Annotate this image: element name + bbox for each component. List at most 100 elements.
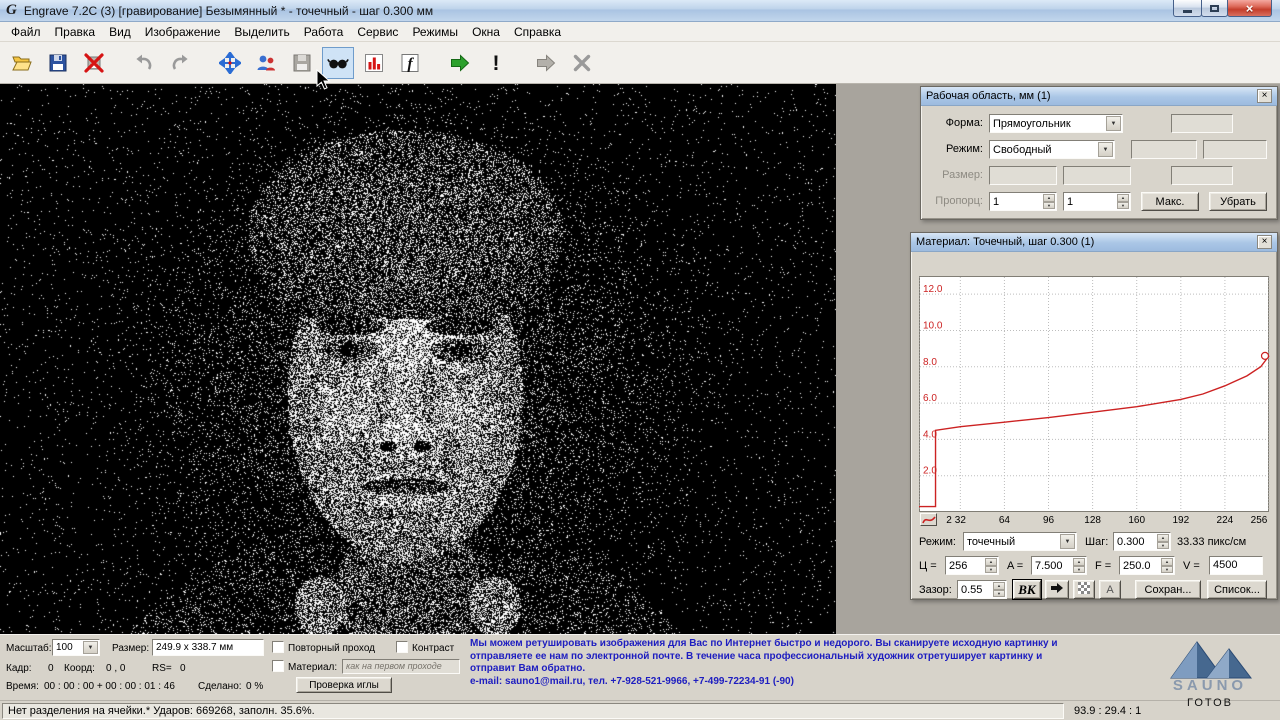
menu-item-select[interactable]: Выделить [227,23,296,41]
material-panel-close-button[interactable]: × [1257,235,1272,249]
spin-down-icon[interactable]: ▼ [1157,542,1169,550]
close-icon: × [1246,2,1254,15]
spinner-buttons[interactable]: ▲ ▼ [1157,534,1169,549]
spin-up-icon[interactable]: ▲ [1073,558,1085,566]
maximize-button[interactable] [1201,0,1228,17]
proportion-x-input[interactable]: 1 ▲ ▼ [989,192,1057,211]
a-input[interactable]: 7.500 ▲ ▼ [1031,556,1087,575]
contrast-checkbox[interactable] [396,641,408,653]
pattern-button[interactable] [1073,580,1095,599]
histogram-button[interactable] [358,47,390,79]
menu-item-modes[interactable]: Режимы [405,23,465,41]
rs-value: 0 [180,663,186,674]
menu-item-work[interactable]: Работа [297,23,351,41]
spin-down-icon[interactable]: ▼ [993,590,1005,598]
spinner-buttons[interactable]: ▲ ▼ [1117,194,1129,209]
start-engraving-button[interactable] [444,47,476,79]
move-button[interactable] [214,47,246,79]
spin-down-icon[interactable]: ▼ [1073,566,1085,574]
letter-a-button[interactable]: A [1099,580,1121,599]
proportion-y-value: 1 [1064,196,1117,208]
spin-down-icon[interactable]: ▼ [1117,202,1129,210]
done-label: Сделано: [198,681,242,692]
workspace-panel-close-button[interactable]: × [1257,89,1272,103]
info-f-button[interactable]: f [394,47,426,79]
glasses-icon [327,52,349,74]
spinner-buttons[interactable]: ▲ ▼ [993,582,1005,597]
time-value: 00 : 00 : 00 + 00 : 00 : 01 : 46 [44,681,175,692]
gap-input[interactable]: 0.55 ▲ ▼ [957,580,1007,599]
c-value: 256 [946,560,985,572]
undo-button[interactable] [128,47,160,79]
spin-up-icon[interactable]: ▲ [1043,194,1055,202]
menu-item-help[interactable]: Справка [507,23,568,41]
spin-down-icon[interactable]: ▼ [985,566,997,574]
spinner-buttons[interactable]: ▲ ▼ [1073,558,1085,573]
c-input[interactable]: 256 ▲ ▼ [945,556,999,575]
frame-label: Кадр: [6,663,32,674]
workspace-mode-select[interactable]: Свободный ▼ [989,140,1115,159]
engraving-canvas-area[interactable] [0,84,836,634]
spin-up-icon[interactable]: ▲ [985,558,997,566]
redo-button[interactable] [164,47,196,79]
cancel-button[interactable] [566,47,598,79]
proportion-y-input[interactable]: 1 ▲ ▼ [1063,192,1131,211]
material-list-button[interactable]: Список... [1207,580,1267,599]
toolbar-separator [200,62,210,63]
open-button[interactable] [6,47,38,79]
preview-glasses-button[interactable] [322,47,354,79]
spinner-buttons[interactable]: ▲ ▼ [1043,194,1055,209]
spin-up-icon[interactable]: ▲ [1157,534,1169,542]
save-session-button[interactable] [286,47,318,79]
delete-button[interactable] [78,47,110,79]
apply-arrow-button[interactable] [1045,580,1069,599]
menu-item-edit[interactable]: Правка [48,23,103,41]
svg-text:8.0: 8.0 [923,357,937,368]
spin-up-icon[interactable]: ▲ [993,582,1005,590]
menu-item-file[interactable]: Файл [4,23,48,41]
form-select[interactable]: Прямоугольник ▼ [989,114,1123,133]
vk-button[interactable]: ВК [1013,580,1041,599]
material-checkbox-label: Материал: [288,662,337,673]
menu-item-image[interactable]: Изображение [138,23,228,41]
workspace-panel-titlebar[interactable]: Рабочая область, мм (1) × [921,87,1277,106]
chevron-down-icon: ▼ [1098,142,1113,157]
workspace-panel-title: Рабочая область, мм (1) [926,90,1257,102]
people-icon [255,52,277,74]
menu-item-windows[interactable]: Окна [465,23,507,41]
menu-item-view[interactable]: Вид [102,23,138,41]
people-button[interactable] [250,47,282,79]
save-material-button[interactable]: Сохран... [1135,580,1201,599]
svg-text:10.0: 10.0 [923,320,943,331]
save-button[interactable] [42,47,74,79]
repeat-pass-checkbox[interactable] [272,641,284,653]
mode-extra-field-2 [1203,140,1267,159]
v-value-field[interactable]: 4500 [1209,556,1263,575]
scale-select[interactable]: 100 ▼ [52,639,100,656]
needle-check-button[interactable]: Проверка иглы [296,677,392,693]
chevron-down-icon: ▼ [83,641,98,654]
power-curve-chart[interactable]: 2.04.06.08.010.012.023264961281601922242… [919,276,1271,526]
minimize-button[interactable] [1173,0,1202,17]
step-input[interactable]: 0.300 ▲ ▼ [1113,532,1171,551]
alert-button[interactable]: ! [480,47,512,79]
remove-button[interactable]: Убрать [1209,192,1267,211]
spin-down-icon[interactable]: ▼ [1161,566,1173,574]
material-mode-select[interactable]: точечный ▼ [963,532,1077,551]
close-window-button[interactable]: × [1227,0,1272,17]
menu-item-service[interactable]: Сервис [350,23,405,41]
spin-up-icon[interactable]: ▲ [1161,558,1173,566]
material-checkbox[interactable] [272,660,284,672]
curve-mode-button[interactable] [920,513,937,526]
spinner-buttons[interactable]: ▲ ▼ [1161,558,1173,573]
spin-down-icon[interactable]: ▼ [1043,202,1055,210]
a-value: 7.500 [1032,560,1073,572]
f-input[interactable]: 250.0 ▲ ▼ [1119,556,1175,575]
f-value: 250.0 [1120,560,1161,572]
svg-text:128: 128 [1084,515,1101,526]
max-button[interactable]: Макс. [1141,192,1199,211]
send-button[interactable] [530,47,562,79]
spinner-buttons[interactable]: ▲ ▼ [985,558,997,573]
spin-up-icon[interactable]: ▲ [1117,194,1129,202]
material-panel-titlebar[interactable]: Материал: Точечный, шаг 0.300 (1) × [911,233,1277,252]
